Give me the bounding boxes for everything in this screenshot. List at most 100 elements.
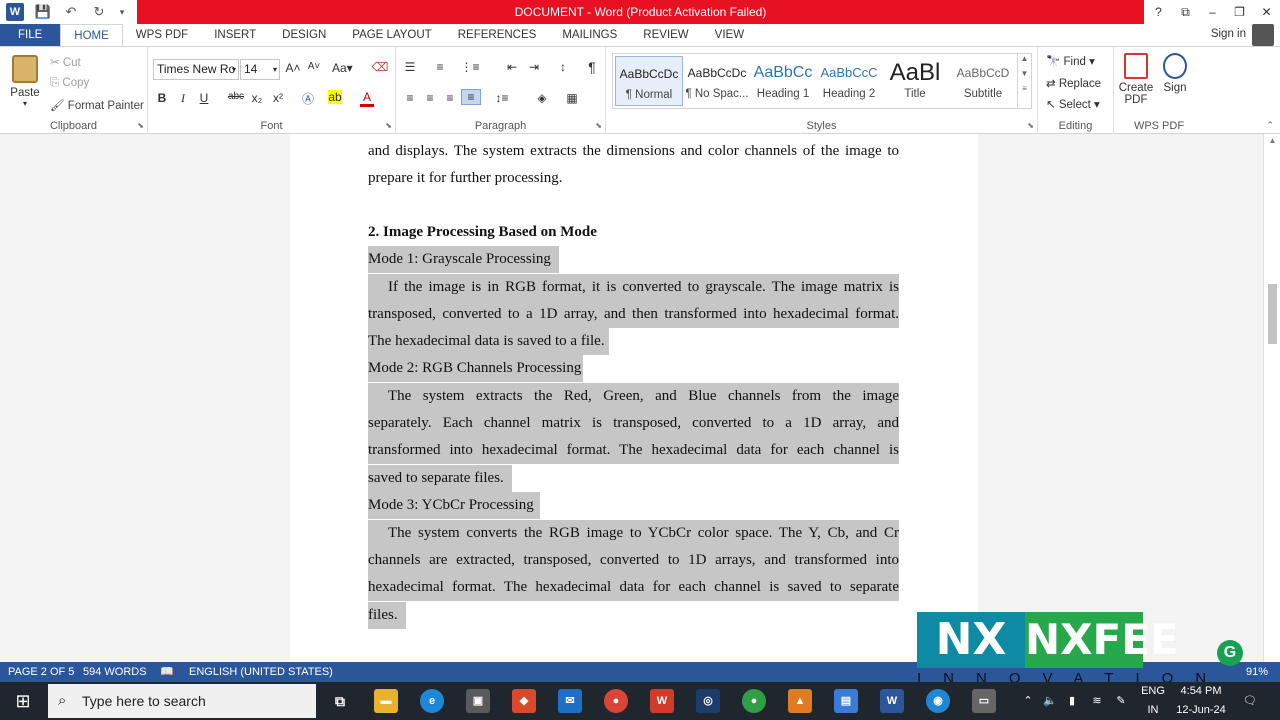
style-heading-1[interactable]: AaBbCc Heading 1 bbox=[749, 56, 817, 106]
borders-icon[interactable]: ▦ bbox=[562, 91, 582, 105]
file-explorer-icon[interactable]: ▬ bbox=[374, 689, 398, 713]
more-styles-icon[interactable]: ≡ bbox=[1018, 84, 1031, 93]
chevron-up-icon[interactable]: ▲ bbox=[1018, 54, 1031, 63]
taskbar-search[interactable]: ⌕ Type here to search bbox=[48, 684, 316, 718]
bold-button[interactable]: B bbox=[152, 91, 172, 105]
align-center-icon[interactable]: ≡ bbox=[420, 91, 440, 105]
increase-indent-icon[interactable]: ⇥ bbox=[524, 60, 544, 74]
select-button[interactable]: ↖ Select ▾ bbox=[1046, 97, 1100, 111]
code-editor-icon[interactable]: ◎ bbox=[696, 689, 720, 713]
text-effects-icon[interactable]: Ⓐ bbox=[298, 90, 318, 107]
maximize-button[interactable]: ❐ bbox=[1226, 0, 1253, 24]
align-right-icon[interactable]: ≡ bbox=[440, 91, 460, 105]
sign-in-link[interactable]: Sign in bbox=[1211, 28, 1246, 40]
window-icon[interactable]: ▭ bbox=[972, 689, 996, 713]
zoom-level[interactable]: 91% bbox=[1246, 662, 1268, 682]
highlight-icon[interactable]: ab bbox=[328, 90, 342, 104]
presentation-app-icon[interactable]: ◆ bbox=[512, 689, 536, 713]
shading-icon[interactable]: ◈ bbox=[532, 91, 552, 105]
dialog-launcher-icon[interactable]: ⬊ bbox=[595, 121, 602, 130]
change-case-icon[interactable]: Aa▾ bbox=[332, 61, 353, 75]
style-title[interactable]: AaBl Title bbox=[881, 56, 949, 106]
copy-button[interactable]: ⎘ Copy bbox=[50, 77, 89, 90]
line-spacing-icon[interactable]: ↕≡ bbox=[492, 91, 512, 105]
tab-view[interactable]: VIEW bbox=[702, 24, 757, 46]
numbering-icon[interactable]: ≡ bbox=[430, 60, 450, 74]
store-icon[interactable]: ▣ bbox=[466, 689, 490, 713]
style-heading-2[interactable]: AaBbCcC Heading 2 bbox=[815, 56, 883, 106]
shrink-font-icon[interactable]: A˅ bbox=[304, 61, 324, 72]
dialog-launcher-icon[interactable]: ⬊ bbox=[385, 121, 392, 130]
italic-button[interactable]: I bbox=[173, 91, 193, 106]
subscript-button[interactable]: x₂ bbox=[247, 91, 267, 105]
wifi-icon[interactable]: ≋ bbox=[1088, 682, 1106, 720]
tab-home[interactable]: HOME bbox=[60, 23, 123, 47]
style-subtitle[interactable]: AaBbCcD Subtitle bbox=[949, 56, 1017, 106]
wps-office-icon[interactable]: W bbox=[650, 689, 674, 713]
matlab-icon[interactable]: ▲ bbox=[788, 689, 812, 713]
proofing-icon[interactable]: 📖 bbox=[160, 662, 174, 682]
clock[interactable]: 4:54 PM 12-Jun-24 bbox=[1170, 682, 1232, 720]
customize-qat-icon[interactable]: ▾ bbox=[118, 3, 126, 21]
style-normal[interactable]: AaBbCcDc ¶ Normal bbox=[615, 56, 683, 106]
tab-mailings[interactable]: MAILINGS bbox=[549, 24, 630, 46]
collapse-ribbon-icon[interactable]: ⌃ bbox=[1266, 120, 1274, 131]
paste-button[interactable]: Paste ▾ bbox=[8, 55, 42, 108]
styles-scrollbar[interactable]: ▲ ▼ ≡ bbox=[1017, 54, 1031, 108]
replace-button[interactable]: ⇄ Replace bbox=[1046, 76, 1101, 90]
redo-icon[interactable]: ↻ bbox=[90, 3, 108, 21]
tab-page-layout[interactable]: PAGE LAYOUT bbox=[339, 24, 444, 46]
bullets-icon[interactable]: ☰ bbox=[400, 60, 420, 74]
windows-start-icon[interactable]: ⊞ bbox=[0, 682, 46, 720]
word-taskbar-icon[interactable]: W bbox=[880, 689, 904, 713]
vertical-scrollbar[interactable]: ▲ bbox=[1263, 134, 1280, 662]
find-button[interactable]: 🔭 Find ▾ bbox=[1046, 54, 1095, 68]
chrome-profile-icon[interactable]: ● bbox=[742, 689, 766, 713]
font-size-select[interactable]: 14 ▾ bbox=[240, 59, 280, 80]
cut-button[interactable]: ✂ Cut bbox=[50, 55, 81, 69]
word-app-icon[interactable]: W bbox=[6, 3, 24, 21]
tab-references[interactable]: REFERENCES bbox=[445, 24, 550, 46]
format-painter-button[interactable]: 🖌 Format Painter bbox=[50, 98, 144, 112]
avatar[interactable] bbox=[1252, 24, 1274, 46]
sort-icon[interactable]: ↕ bbox=[553, 60, 573, 74]
justify-icon[interactable]: ≡ bbox=[461, 89, 481, 105]
notifications-icon[interactable]: 🗨 bbox=[1238, 682, 1262, 720]
tray-expand-icon[interactable]: ⌃ bbox=[1020, 682, 1036, 720]
tab-review[interactable]: REVIEW bbox=[630, 24, 701, 46]
input-language[interactable]: ENG IN bbox=[1138, 682, 1168, 720]
battery-icon[interactable]: ▮ bbox=[1064, 682, 1080, 720]
undo-icon[interactable]: ↶ bbox=[62, 3, 80, 21]
tab-design[interactable]: DESIGN bbox=[269, 24, 339, 46]
decrease-indent-icon[interactable]: ⇤ bbox=[502, 60, 522, 74]
pen-icon[interactable]: ✎ bbox=[1112, 682, 1130, 720]
page-indicator[interactable]: PAGE 2 OF 5 bbox=[8, 662, 74, 682]
grow-font-icon[interactable]: A˄ bbox=[283, 61, 303, 75]
scroll-thumb[interactable] bbox=[1268, 284, 1277, 344]
clear-formatting-icon[interactable]: ⌫ bbox=[370, 60, 390, 74]
dialog-launcher-icon[interactable]: ⬊ bbox=[1027, 121, 1034, 130]
chevron-down-icon[interactable]: ▼ bbox=[1018, 69, 1031, 78]
task-view-icon[interactable]: ⧉ bbox=[328, 689, 352, 713]
align-left-icon[interactable]: ≡ bbox=[400, 91, 420, 105]
dialog-launcher-icon[interactable]: ⬊ bbox=[137, 121, 144, 130]
language-indicator[interactable]: ENGLISH (UNITED STATES) bbox=[189, 662, 333, 682]
mail-icon[interactable]: ✉ bbox=[558, 689, 582, 713]
volume-icon[interactable]: 🔈 bbox=[1042, 682, 1058, 720]
word-count[interactable]: 594 WORDS bbox=[83, 662, 147, 682]
chrome-icon[interactable]: ● bbox=[604, 689, 628, 713]
style-no-spacing[interactable]: AaBbCcDc ¶ No Spac... bbox=[683, 56, 751, 106]
font-name-select[interactable]: Times New Ro ▾ bbox=[153, 59, 239, 80]
font-color-icon[interactable]: A bbox=[360, 90, 374, 107]
edge-icon[interactable]: e bbox=[420, 689, 444, 713]
tab-file[interactable]: FILE bbox=[0, 24, 61, 46]
minimize-button[interactable]: – bbox=[1199, 0, 1226, 24]
sign-button[interactable]: Sign bbox=[1156, 53, 1194, 94]
ribbon-display-button[interactable]: ⧉ bbox=[1172, 0, 1199, 24]
strikethrough-button[interactable]: abc bbox=[226, 91, 246, 102]
create-pdf-button[interactable]: Create PDF bbox=[1117, 53, 1155, 106]
superscript-button[interactable]: x² bbox=[268, 91, 288, 105]
underline-button[interactable]: U bbox=[194, 91, 214, 105]
photos-icon[interactable]: ▤ bbox=[834, 689, 858, 713]
close-button[interactable]: ✕ bbox=[1253, 0, 1280, 24]
